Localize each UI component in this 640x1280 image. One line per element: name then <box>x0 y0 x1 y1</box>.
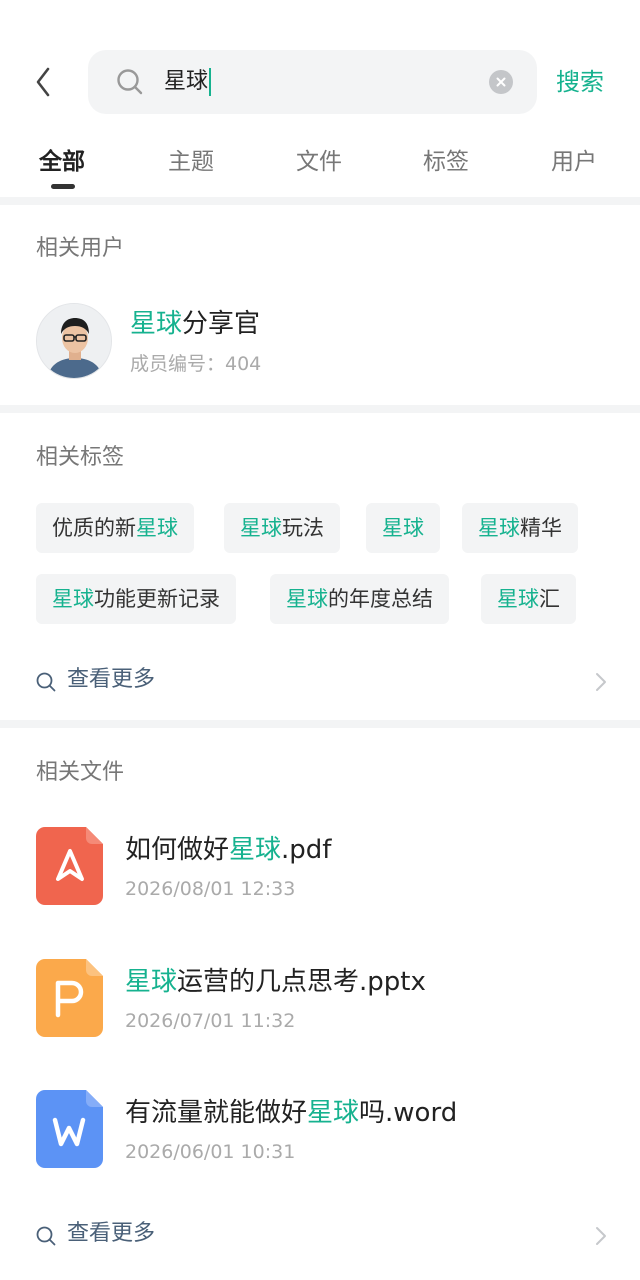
clear-search-button[interactable] <box>489 70 513 94</box>
file-name-text: 运营的几点思考.pptx <box>177 967 426 997</box>
file-name-text: 吗.word <box>359 1098 458 1128</box>
tag-chip[interactable]: 星球精华 <box>462 503 578 553</box>
file-name-highlight: 星球 <box>307 1098 360 1128</box>
tag-chip[interactable]: 星球玩法 <box>224 503 340 553</box>
tag-chip[interactable]: 星球的年度总结 <box>270 574 449 624</box>
tag-chip[interactable]: 星球功能更新记录 <box>36 574 236 624</box>
section-divider <box>0 720 640 728</box>
file-timestamp: 2026/08/01 12:33 <box>125 878 296 900</box>
avatar[interactable] <box>36 303 112 379</box>
word-icon <box>36 1090 103 1168</box>
tag-text: 优质的新 <box>52 516 136 540</box>
tag-text-highlight: 星球 <box>286 587 328 611</box>
search-box[interactable]: 星球 <box>88 50 537 114</box>
user-name-rest: 分享官 <box>182 309 261 339</box>
file-name[interactable]: 星球运营的几点思考.pptx <box>125 964 426 1000</box>
tag-chip[interactable]: 优质的新星球 <box>36 503 194 553</box>
top-bar: 星球 搜索 <box>0 0 640 130</box>
tab-topics[interactable]: 主题 <box>168 146 214 178</box>
tag-text: 汇 <box>539 587 560 611</box>
tag-text: 玩法 <box>282 516 324 540</box>
tag-text: 功能更新记录 <box>94 587 220 611</box>
tag-text-highlight: 星球 <box>497 587 539 611</box>
user-portrait-icon <box>37 304 111 378</box>
files-section-title: 相关文件 <box>36 760 125 785</box>
view-more-label: 查看更多 <box>67 667 156 692</box>
chevron-left-icon <box>36 67 50 97</box>
chevron-right-icon <box>596 673 606 691</box>
tag-text-highlight: 星球 <box>136 516 178 540</box>
search-icon <box>36 1226 56 1246</box>
filter-tabs: 全部 主题 文件 标签 用户 <box>0 140 640 198</box>
file-name-text: .pdf <box>281 835 332 865</box>
tag-text: 的年度总结 <box>328 587 433 611</box>
user-name-highlight: 星球 <box>130 309 183 339</box>
file-timestamp: 2026/06/01 10:31 <box>125 1141 296 1163</box>
back-button[interactable] <box>28 62 58 102</box>
tag-chip[interactable]: 星球 <box>366 503 440 553</box>
search-submit-button[interactable]: 搜索 <box>556 64 604 100</box>
search-icon <box>117 69 143 95</box>
tag-text-highlight: 星球 <box>478 516 520 540</box>
tag-text-highlight: 星球 <box>382 516 424 540</box>
tag-chip[interactable]: 星球汇 <box>481 574 576 624</box>
tab-tags[interactable]: 标签 <box>423 146 469 178</box>
file-name[interactable]: 如何做好星球.pdf <box>125 832 331 868</box>
pdf-icon <box>36 827 103 905</box>
user-member-number: 成员编号：404 <box>130 353 262 375</box>
section-divider <box>0 197 640 205</box>
active-tab-indicator <box>51 184 75 189</box>
file-name-highlight: 星球 <box>125 967 178 997</box>
file-name[interactable]: 有流量就能做好星球吗.word <box>125 1095 457 1131</box>
tag-text-highlight: 星球 <box>52 587 94 611</box>
close-icon <box>496 77 506 87</box>
section-divider <box>0 405 640 413</box>
files-view-more-link[interactable]: 查看更多 <box>36 1216 608 1256</box>
tags-section-title: 相关标签 <box>36 445 125 470</box>
tag-text: 精华 <box>520 516 562 540</box>
chevron-right-icon <box>596 1227 606 1245</box>
tab-users[interactable]: 用户 <box>551 146 597 178</box>
tag-text-highlight: 星球 <box>240 516 282 540</box>
search-query-text: 星球 <box>164 69 209 94</box>
tags-view-more-link[interactable]: 查看更多 <box>36 662 608 702</box>
users-section-title: 相关用户 <box>36 236 125 261</box>
file-name-text: 有流量就能做好 <box>125 1098 308 1128</box>
tab-all[interactable]: 全部 <box>39 146 85 178</box>
file-timestamp: 2026/07/01 11:32 <box>125 1010 296 1032</box>
ppt-icon <box>36 959 103 1037</box>
file-name-highlight: 星球 <box>229 835 282 865</box>
user-name[interactable]: 星球分享官 <box>130 306 260 342</box>
search-input[interactable]: 星球 <box>164 50 212 114</box>
tab-files[interactable]: 文件 <box>296 146 342 178</box>
view-more-label: 查看更多 <box>67 1221 156 1246</box>
text-caret <box>209 68 212 96</box>
file-name-text: 如何做好 <box>125 835 230 865</box>
search-icon <box>36 672 56 692</box>
